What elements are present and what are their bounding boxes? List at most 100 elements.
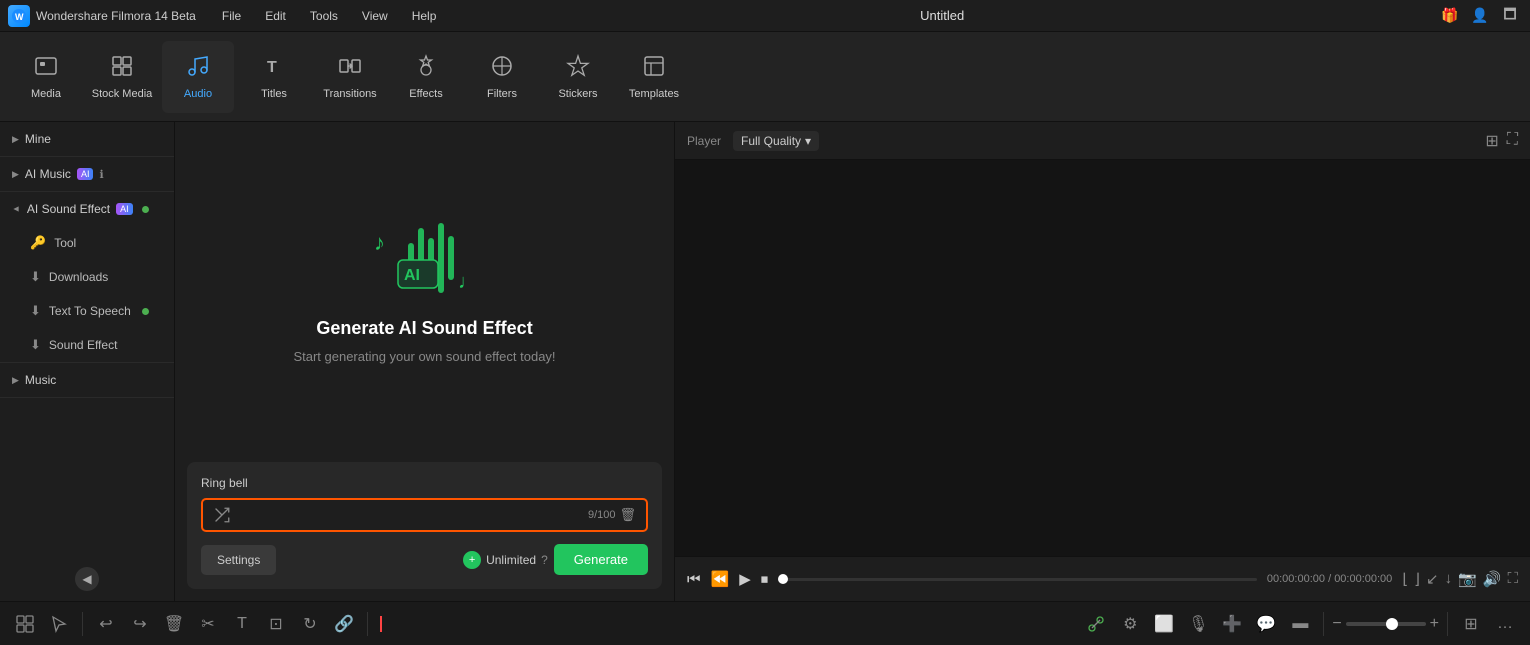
toolbar-media[interactable]: Media xyxy=(10,41,82,113)
gift-icon[interactable]: 🎁 xyxy=(1438,4,1462,28)
grid-view-button[interactable]: ⊞ xyxy=(1456,609,1486,639)
clip-split-button[interactable] xyxy=(1081,609,1111,639)
go-start-button[interactable]: ⏮ xyxy=(687,571,701,588)
transitions-icon xyxy=(338,54,362,84)
unlimited-icon: + xyxy=(463,551,481,569)
stop-button[interactable]: ⏹ xyxy=(761,571,769,588)
zoom-slider[interactable] xyxy=(1346,622,1426,626)
quality-select[interactable]: Full Quality ▾ xyxy=(733,131,819,151)
mark-in-button[interactable]: ⌊ xyxy=(1402,570,1408,588)
redo-button[interactable]: ↪ xyxy=(125,609,155,639)
menu-edit[interactable]: Edit xyxy=(255,7,296,25)
menu-tools[interactable]: Tools xyxy=(300,7,348,25)
toolbar-titles[interactable]: T Titles xyxy=(238,41,310,113)
sidebar-sub-item-sound-effect[interactable]: ⬇ Sound Effect xyxy=(0,328,174,362)
step-back-button[interactable]: ⏪ xyxy=(711,570,730,588)
player-icons-right: ⊞ ⛶ xyxy=(1485,131,1518,151)
collapse-panel-button[interactable]: ◀ xyxy=(75,567,99,591)
mine-arrow: ▶ xyxy=(12,134,19,145)
sidebar-sub-item-text-to-speech[interactable]: ⬇ Text To Speech xyxy=(0,294,174,328)
subtitle-button[interactable]: ▬ xyxy=(1285,609,1315,639)
delete-button[interactable]: 🗑 xyxy=(159,609,189,639)
stickers-icon xyxy=(566,54,590,84)
sidebar-section-ai-music: ▶ AI Music AI ℹ xyxy=(0,157,174,192)
trim-button[interactable]: ↙ xyxy=(1426,570,1439,588)
sidebar-sub-item-downloads[interactable]: ⬇ Downloads xyxy=(0,260,174,294)
music-label: Music xyxy=(25,373,56,387)
svg-text:T: T xyxy=(267,59,277,76)
progress-bar[interactable] xyxy=(778,578,1257,581)
svg-text:W: W xyxy=(15,12,24,22)
mark-out-button[interactable]: ⌋ xyxy=(1414,570,1420,588)
toolbar-stock-media[interactable]: Stock Media xyxy=(86,41,158,113)
toolbar-effects-label: Effects xyxy=(409,88,442,100)
text-to-speech-icon: ⬇ xyxy=(30,303,41,319)
rotate-button[interactable]: ↻ xyxy=(295,609,325,639)
svg-text:AI: AI xyxy=(404,267,420,284)
fullscreen-player-button[interactable]: ⛶ xyxy=(1507,570,1518,588)
minimize-button[interactable]: 🗖 xyxy=(1498,4,1522,28)
toolbar-titles-label: Titles xyxy=(261,88,287,100)
media-icon xyxy=(34,54,58,84)
unlimited-button[interactable]: + Unlimited ? xyxy=(463,551,548,569)
toolbar-audio[interactable]: Audio xyxy=(162,41,234,113)
sidebar-item-music[interactable]: ▶ Music xyxy=(0,363,174,397)
preview-area xyxy=(675,160,1530,556)
play-button[interactable]: ▶ xyxy=(739,570,751,588)
sidebar-item-mine[interactable]: ▶ Mine xyxy=(0,122,174,156)
user-icon[interactable]: 👤 xyxy=(1468,4,1492,28)
svg-text:♩: ♩ xyxy=(458,271,478,293)
zoom-out-button[interactable]: − xyxy=(1332,615,1341,633)
sound-effect-icon: ⬇ xyxy=(30,337,41,353)
zoom-thumb[interactable] xyxy=(1386,618,1398,630)
actions-row: Settings + Unlimited ? Generate xyxy=(201,544,648,575)
downloads-label: Downloads xyxy=(49,270,108,284)
toolbar-transitions[interactable]: Transitions xyxy=(314,41,386,113)
toolbar-templates[interactable]: Templates xyxy=(618,41,690,113)
down-button[interactable]: ↓ xyxy=(1445,570,1453,588)
ai-music-arrow: ▶ xyxy=(12,169,19,180)
generate-button[interactable]: Generate xyxy=(554,544,648,575)
text-input-box[interactable]: 9/100 🗑 xyxy=(201,498,648,532)
sidebar-item-ai-sound-effect[interactable]: ▼ AI Sound Effect AI xyxy=(0,192,174,226)
add-track-button[interactable]: ➕ xyxy=(1217,609,1247,639)
help-icon[interactable]: ? xyxy=(541,553,548,567)
volume-button[interactable]: 🔊 xyxy=(1483,570,1502,588)
app-logo-icon: W xyxy=(8,5,30,27)
expand-more-button[interactable]: … xyxy=(1490,609,1520,639)
delete-input-icon[interactable]: 🗑 xyxy=(619,507,636,523)
audio-record-button[interactable]: 🎙 xyxy=(1183,609,1213,639)
tool-icon: 🔑 xyxy=(30,235,46,251)
fullscreen-icon[interactable]: ⛶ xyxy=(1507,131,1518,151)
left-panel: ▶ Mine ▶ AI Music AI ℹ ▼ AI Sound Effect… xyxy=(0,122,175,601)
zoom-in-button[interactable]: + xyxy=(1430,615,1439,633)
toolbar-effects[interactable]: Effects xyxy=(390,41,462,113)
menu-file[interactable]: File xyxy=(212,7,251,25)
timeline-view-button[interactable] xyxy=(10,609,40,639)
ai-music-info-icon[interactable]: ℹ xyxy=(99,168,103,181)
select-tool-button[interactable] xyxy=(44,609,74,639)
mask-button[interactable]: ⬜ xyxy=(1149,609,1179,639)
progress-thumb[interactable] xyxy=(778,574,788,584)
menu-view[interactable]: View xyxy=(352,7,398,25)
text-button[interactable]: T xyxy=(227,609,257,639)
crop-button[interactable]: ⊡ xyxy=(261,609,291,639)
link-button[interactable]: 🔗 xyxy=(329,609,359,639)
sidebar-item-ai-music[interactable]: ▶ AI Music AI ℹ xyxy=(0,157,174,191)
undo-button[interactable]: ↩ xyxy=(91,609,121,639)
cut-button[interactable]: ✂ xyxy=(193,609,223,639)
layout-grid-icon[interactable]: ⊞ xyxy=(1485,131,1498,151)
toolbar-separator-2 xyxy=(367,612,368,636)
app-logo: W Wondershare Filmora 14 Beta xyxy=(8,5,196,27)
char-count: 9/100 🗑 xyxy=(588,507,636,523)
ai-sound-title: Generate AI Sound Effect xyxy=(316,318,532,339)
ai-sound-icon: AI ♪ ♩ xyxy=(360,208,490,308)
settings-button[interactable]: Settings xyxy=(201,545,276,575)
snapshot-button[interactable]: 📷 xyxy=(1458,570,1477,588)
caption-button[interactable]: 💬 xyxy=(1251,609,1281,639)
menu-help[interactable]: Help xyxy=(402,7,447,25)
toolbar-filters[interactable]: Filters xyxy=(466,41,538,113)
auto-speed-button[interactable]: ⚙ xyxy=(1115,609,1145,639)
toolbar-stickers[interactable]: Stickers xyxy=(542,41,614,113)
sidebar-sub-item-tool[interactable]: 🔑 Tool xyxy=(0,226,174,260)
